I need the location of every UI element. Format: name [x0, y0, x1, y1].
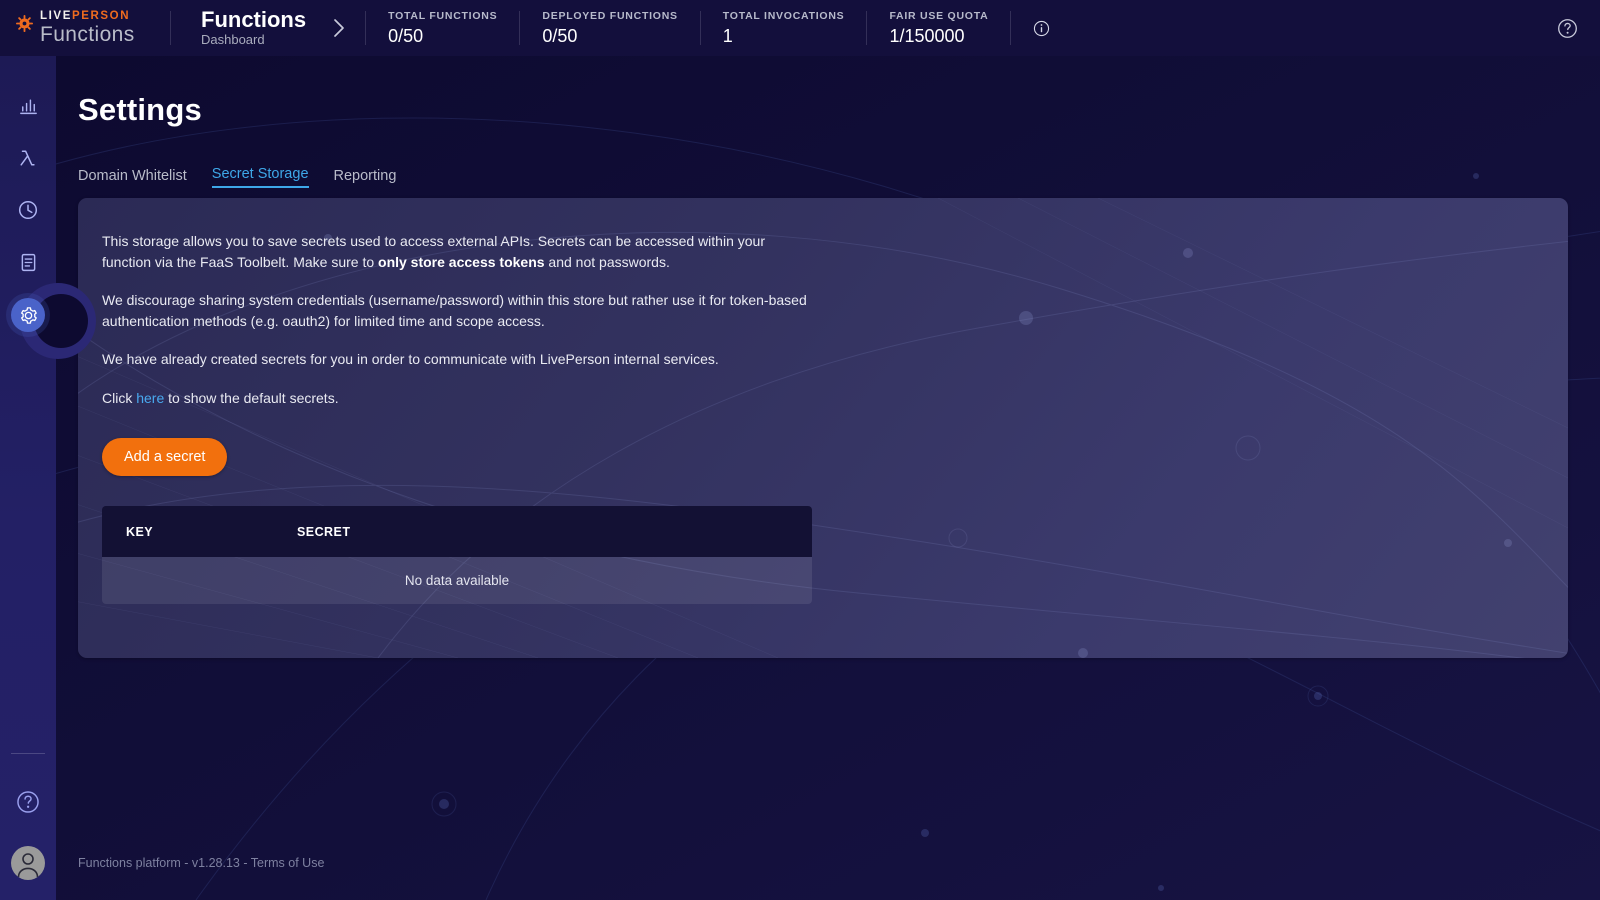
stat-total-invocations: TOTAL INVOCATIONS 1 — [701, 8, 867, 47]
top-bar: LIVEPERSON Functions Functions Dashboard… — [0, 0, 1600, 56]
paragraph-show-defaults: Click here to show the default secrets. — [102, 388, 814, 409]
breadcrumb-title: Functions — [201, 6, 307, 32]
footer: Functions platform - v1.28.13 - Terms of… — [78, 856, 324, 870]
left-sidebar — [0, 56, 96, 900]
stat-total-functions: TOTAL FUNCTIONS 0/50 — [366, 8, 519, 47]
stat-value: 0/50 — [542, 26, 578, 47]
table-empty-state: No data available — [102, 557, 812, 604]
chevron-right-icon — [334, 19, 344, 37]
stat-value: 1/150000 — [889, 26, 965, 47]
add-secret-button[interactable]: Add a secret — [102, 438, 228, 476]
paragraph-intro: This storage allows you to save secrets … — [102, 231, 814, 272]
main-content: Settings Domain Whitelist Secret Storage… — [56, 56, 1600, 900]
document-icon — [21, 253, 35, 271]
show-defaults-part1: Click — [102, 389, 137, 406]
stat-label: TOTAL FUNCTIONS — [388, 10, 498, 23]
help-circle-icon — [17, 791, 39, 813]
sidebar-item-logs[interactable] — [0, 236, 56, 288]
tab-reporting[interactable]: Reporting — [334, 168, 397, 188]
sidebar-item-help[interactable] — [0, 776, 56, 828]
stat-label: DEPLOYED FUNCTIONS — [542, 10, 678, 23]
card-content: This storage allows you to save secrets … — [78, 198, 1568, 658]
liveperson-gear-icon — [16, 15, 33, 32]
paragraph-discourage: We discourage sharing system credentials… — [102, 292, 807, 329]
table-header-row: KEY SECRET — [102, 506, 812, 557]
clock-icon — [18, 200, 38, 220]
sidebar-item-invocations[interactable] — [0, 184, 56, 236]
user-avatar-icon — [17, 853, 39, 878]
app-logo[interactable]: LIVEPERSON Functions — [0, 0, 170, 56]
stat-label: TOTAL INVOCATIONS — [722, 10, 845, 23]
sidebar-divider — [11, 753, 45, 754]
settings-tabs: Domain Whitelist Secret Storage Reportin… — [78, 166, 396, 188]
stat-deployed-functions: DEPLOYED FUNCTIONS 0/50 — [520, 8, 699, 47]
paragraph-intro-part2: and not passwords. — [544, 253, 670, 270]
secret-storage-card: This storage allows you to save secrets … — [78, 198, 1568, 658]
table-column-key: KEY — [126, 524, 154, 539]
logo-person-text: PERSON — [71, 10, 131, 23]
gear-icon — [20, 306, 37, 324]
breadcrumb-subtitle: Dashboard — [201, 31, 265, 47]
stat-value: 0/50 — [388, 26, 424, 47]
info-icon — [1034, 20, 1050, 36]
logo-live-text: LIVE — [40, 10, 72, 23]
sidebar-bottom — [0, 753, 56, 880]
sidebar-item-dashboard[interactable] — [0, 80, 56, 132]
tab-domain-whitelist[interactable]: Domain Whitelist — [78, 168, 187, 188]
breadcrumb[interactable]: Functions Dashboard — [171, 8, 365, 49]
show-defaults-part2: to show the default secrets. — [164, 389, 339, 406]
header-help-button[interactable] — [1557, 18, 1600, 39]
logo-product-name: Functions — [40, 22, 135, 46]
paragraph-intro-bold: only store access tokens — [378, 253, 545, 270]
paragraph-already-created: We have already created secrets for you … — [102, 351, 719, 367]
sidebar-nav — [0, 80, 96, 359]
sidebar-item-functions[interactable] — [0, 132, 56, 184]
lambda-icon — [20, 150, 35, 166]
table-column-secret: SECRET — [297, 524, 351, 539]
footer-text[interactable]: Functions platform - v1.28.13 - Terms of… — [78, 856, 324, 870]
quota-info-button[interactable] — [1011, 20, 1072, 37]
bar-chart-icon — [19, 99, 37, 114]
help-circle-icon — [1558, 18, 1577, 38]
stat-label: FAIR USE QUOTA — [889, 10, 989, 23]
sidebar-active-indicator — [11, 298, 45, 332]
avatar[interactable] — [11, 846, 45, 880]
page-title: Settings — [78, 92, 202, 127]
tab-secret-storage[interactable]: Secret Storage — [211, 166, 309, 188]
show-default-secrets-link[interactable]: here — [136, 390, 164, 406]
sidebar-item-settings[interactable] — [0, 283, 96, 359]
stat-fair-use-quota: FAIR USE QUOTA 1/150000 — [867, 8, 1010, 47]
stat-value: 1 — [722, 26, 733, 47]
secrets-table: KEY SECRET No data available — [102, 506, 812, 604]
